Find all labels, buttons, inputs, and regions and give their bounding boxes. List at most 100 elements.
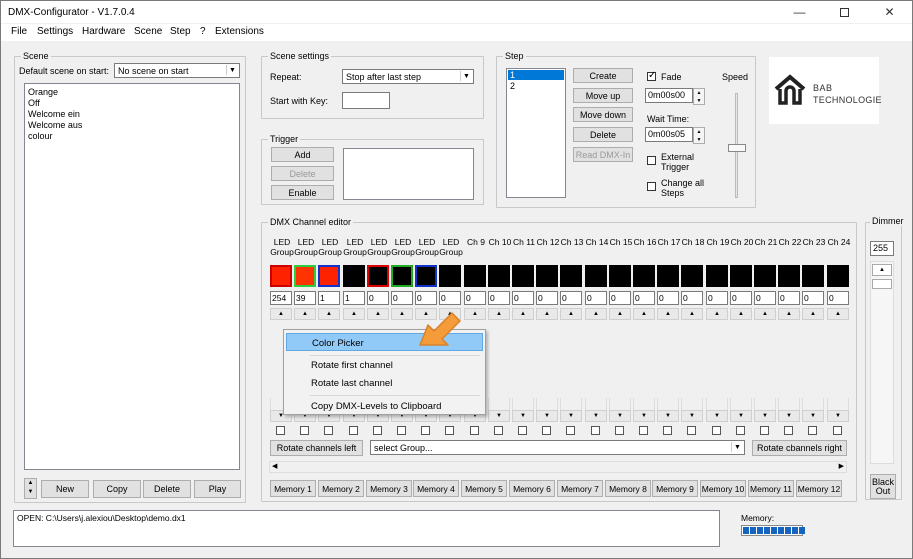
menu-scene[interactable]: Scene bbox=[134, 24, 162, 37]
menu-help[interactable]: ? bbox=[200, 24, 206, 37]
channel-select-checkbox[interactable] bbox=[808, 426, 817, 435]
channel-up-button[interactable]: ▲ bbox=[488, 308, 510, 320]
channel-down-button[interactable]: ▼ bbox=[802, 410, 824, 422]
channel-select-checkbox[interactable] bbox=[324, 426, 333, 435]
channel-up-button[interactable]: ▲ bbox=[802, 308, 824, 320]
channel-up-button[interactable]: ▲ bbox=[560, 308, 582, 320]
menu-hardware[interactable]: Hardware bbox=[82, 24, 125, 37]
channel-value-input[interactable]: 0 bbox=[585, 291, 607, 305]
channel-slider[interactable] bbox=[827, 398, 849, 410]
channel-select-checkbox[interactable] bbox=[421, 426, 430, 435]
channel-color-swatch[interactable] bbox=[754, 265, 776, 287]
channel-up-button[interactable]: ▲ bbox=[536, 308, 558, 320]
channel-slider[interactable] bbox=[536, 398, 558, 410]
read-dmx-in-button[interactable]: Read DMX-In bbox=[573, 147, 633, 162]
channel-select-checkbox[interactable] bbox=[760, 426, 769, 435]
scene-list-item[interactable]: Welcome aus bbox=[28, 120, 82, 130]
channel-value-input[interactable]: 0 bbox=[730, 291, 752, 305]
channel-color-swatch[interactable] bbox=[294, 265, 316, 287]
channel-down-button[interactable]: ▼ bbox=[633, 410, 655, 422]
channel-color-swatch[interactable] bbox=[827, 265, 849, 287]
channel-up-button[interactable]: ▲ bbox=[633, 308, 655, 320]
channel-color-swatch[interactable] bbox=[778, 265, 800, 287]
maximize-button[interactable] bbox=[822, 1, 867, 23]
channel-select-checkbox[interactable] bbox=[494, 426, 503, 435]
channel-up-button[interactable]: ▲ bbox=[512, 308, 534, 320]
channel-up-button[interactable]: ▲ bbox=[681, 308, 703, 320]
channel-color-swatch[interactable] bbox=[439, 265, 461, 287]
select-group-dropdown[interactable]: select Group... ▼ bbox=[370, 440, 745, 455]
channel-value-input[interactable]: 0 bbox=[681, 291, 703, 305]
channel-select-checkbox[interactable] bbox=[663, 426, 672, 435]
minimize-button[interactable]: — bbox=[777, 1, 822, 23]
channel-value-input[interactable]: 0 bbox=[657, 291, 679, 305]
channel-color-swatch[interactable] bbox=[318, 265, 340, 287]
channel-slider[interactable] bbox=[609, 398, 631, 410]
channel-color-swatch[interactable] bbox=[391, 265, 413, 287]
channel-down-button[interactable]: ▼ bbox=[706, 410, 728, 422]
channel-select-checkbox[interactable] bbox=[300, 426, 309, 435]
channel-slider[interactable] bbox=[730, 398, 752, 410]
channel-up-button[interactable]: ▲ bbox=[706, 308, 728, 320]
channel-down-button[interactable]: ▼ bbox=[754, 410, 776, 422]
channel-select-checkbox[interactable] bbox=[373, 426, 382, 435]
channel-value-input[interactable]: 0 bbox=[778, 291, 800, 305]
channel-up-button[interactable]: ▲ bbox=[609, 308, 631, 320]
channel-slider[interactable] bbox=[657, 398, 679, 410]
step-list[interactable]: 1 2 bbox=[506, 68, 566, 198]
step-move-down-button[interactable]: Move down bbox=[573, 107, 633, 122]
channel-color-swatch[interactable] bbox=[488, 265, 510, 287]
channel-color-swatch[interactable] bbox=[657, 265, 679, 287]
channel-up-button[interactable]: ▲ bbox=[318, 308, 340, 320]
wait-time-spinner[interactable]: ▲ ▼ bbox=[693, 127, 705, 144]
memory-button[interactable]: Memory 4 bbox=[413, 480, 459, 497]
channel-color-swatch[interactable] bbox=[802, 265, 824, 287]
channel-select-checkbox[interactable] bbox=[276, 426, 285, 435]
channel-down-button[interactable]: ▼ bbox=[609, 410, 631, 422]
channel-select-checkbox[interactable] bbox=[349, 426, 358, 435]
memory-button[interactable]: Memory 5 bbox=[461, 480, 507, 497]
channel-up-button[interactable]: ▲ bbox=[367, 308, 389, 320]
channel-select-checkbox[interactable] bbox=[712, 426, 721, 435]
close-button[interactable]: ✕ bbox=[867, 1, 912, 23]
repeat-select[interactable]: Stop after last step ▼ bbox=[342, 69, 474, 84]
channel-color-swatch[interactable] bbox=[536, 265, 558, 287]
channel-slider[interactable] bbox=[754, 398, 776, 410]
channel-up-button[interactable]: ▲ bbox=[464, 308, 486, 320]
speed-slider-thumb[interactable] bbox=[728, 144, 746, 152]
step-create-button[interactable]: Create bbox=[573, 68, 633, 83]
channel-select-checkbox[interactable] bbox=[542, 426, 551, 435]
channel-down-button[interactable]: ▼ bbox=[560, 410, 582, 422]
fade-time-spinner[interactable]: ▲ ▼ bbox=[693, 88, 705, 105]
memory-button[interactable]: Memory 9 bbox=[652, 480, 698, 497]
channel-color-swatch[interactable] bbox=[706, 265, 728, 287]
menu-file[interactable]: File bbox=[11, 24, 27, 37]
channel-select-checkbox[interactable] bbox=[566, 426, 575, 435]
start-key-input[interactable] bbox=[342, 92, 390, 109]
step-list-item[interactable]: 2 bbox=[510, 81, 515, 91]
channel-value-input[interactable]: 0 bbox=[754, 291, 776, 305]
channel-value-input[interactable]: 0 bbox=[367, 291, 389, 305]
channel-value-input[interactable]: 0 bbox=[488, 291, 510, 305]
fade-checkbox[interactable]: ✓ bbox=[647, 70, 656, 81]
channel-value-input[interactable]: 0 bbox=[391, 291, 413, 305]
rotate-right-button[interactable]: Rotate cbannels right bbox=[752, 440, 847, 456]
channel-value-input[interactable]: 0 bbox=[536, 291, 558, 305]
step-delete-button[interactable]: Delete bbox=[573, 127, 633, 142]
channel-down-button[interactable]: ▼ bbox=[657, 410, 679, 422]
channel-down-button[interactable]: ▼ bbox=[536, 410, 558, 422]
channel-value-input[interactable]: 1 bbox=[343, 291, 365, 305]
scene-list[interactable]: Orange Off Welcome ein Welcome aus colou… bbox=[24, 83, 240, 470]
fade-time-input[interactable]: 0m00s00 bbox=[645, 88, 693, 103]
menu-settings[interactable]: Settings bbox=[37, 24, 73, 37]
channel-color-swatch[interactable] bbox=[343, 265, 365, 287]
channel-select-checkbox[interactable] bbox=[397, 426, 406, 435]
channel-up-button[interactable]: ▲ bbox=[657, 308, 679, 320]
channel-color-swatch[interactable] bbox=[560, 265, 582, 287]
trigger-enable-button[interactable]: Enable bbox=[271, 185, 334, 200]
channel-up-button[interactable]: ▲ bbox=[754, 308, 776, 320]
dimmer-slider-thumb[interactable] bbox=[872, 279, 892, 289]
channel-down-button[interactable]: ▼ bbox=[730, 410, 752, 422]
channel-value-input[interactable]: 0 bbox=[802, 291, 824, 305]
channel-value-input[interactable]: 1 bbox=[318, 291, 340, 305]
